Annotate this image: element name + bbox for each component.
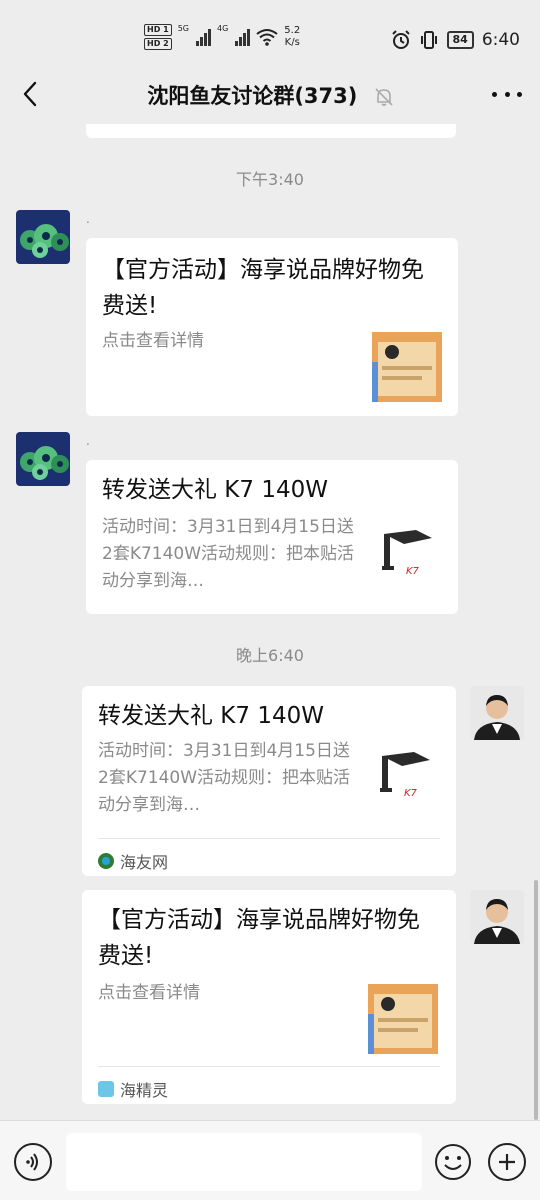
hd1-badge: HD 1 <box>144 24 172 36</box>
card-description: 活动时间：3月31日到4月15日送2套K7140W活动规则：把本贴活动分享到海… <box>102 517 355 591</box>
more-functions-button[interactable] <box>488 1143 526 1181</box>
time-label: 晚上6:40 <box>236 646 304 665</box>
person-avatar-image <box>470 686 524 740</box>
avatar[interactable] <box>16 432 70 486</box>
card-source-label: 海精灵 <box>120 1081 169 1100</box>
link-card[interactable]: 【官方活动】海享说品牌好物免费送! 点击查看详情 海精灵 <box>82 890 456 1104</box>
link-card[interactable]: 【官方活动】海享说品牌好物免费送! 点击查看详情 <box>86 238 458 416</box>
card-thumbnail <box>372 332 442 402</box>
my-avatar[interactable] <box>470 686 524 740</box>
partial-message-card[interactable] <box>86 124 456 138</box>
coral-avatar-image <box>16 210 70 264</box>
card-source: 海精灵 <box>98 1066 440 1101</box>
card-title: 【官方活动】海享说品牌好物免费送! <box>102 257 424 319</box>
sender-nickname: . <box>86 434 90 448</box>
message-text-input[interactable] <box>66 1133 422 1191</box>
chat-title-wrap: 沈阳鱼友讨论群(373) <box>0 80 540 110</box>
signal1-icon <box>195 28 211 46</box>
avatar[interactable] <box>16 210 70 264</box>
alarm-icon <box>391 30 410 49</box>
person-avatar-image <box>470 890 524 944</box>
net1-label: 5G <box>177 24 189 33</box>
more-options-button[interactable] <box>492 82 522 106</box>
haijingling-logo-icon <box>98 1081 114 1097</box>
coral-avatar-image <box>16 432 70 486</box>
link-card[interactable]: 转发送大礼 K7 140W 活动时间：3月31日到4月15日送2套K7140W活… <box>86 460 458 614</box>
wifi-icon <box>256 29 278 46</box>
card-thumbnail: K7 <box>376 524 446 594</box>
plus-icon <box>499 1154 515 1170</box>
svg-text:K7: K7 <box>406 566 420 577</box>
voice-icon <box>26 1153 38 1171</box>
emoji-icon <box>435 1144 471 1180</box>
status-left: HD 1 HD 2 5G 4G 5.2 K/s <box>144 24 300 50</box>
card-source: 海友网 <box>98 838 440 873</box>
mute-bell-icon <box>375 88 393 106</box>
card-title: 转发送大礼 K7 140W <box>98 703 324 729</box>
svg-text:K7: K7 <box>404 788 418 799</box>
haiyouwang-logo-icon <box>98 853 114 869</box>
voice-button[interactable] <box>14 1143 52 1181</box>
card-title: 【官方活动】海享说品牌好物免费送! <box>98 907 420 969</box>
card-description: 点击查看详情 <box>98 983 200 1003</box>
signal2-icon <box>235 28 251 46</box>
card-thumbnail <box>368 984 438 1054</box>
sender-nickname: . <box>86 212 90 226</box>
vibrate-icon <box>420 31 437 49</box>
card-source-label: 海友网 <box>120 853 169 872</box>
battery-indicator: 84 <box>446 31 474 49</box>
link-card[interactable]: 转发送大礼 K7 140W 活动时间：3月31日到4月15日送2套K7140W活… <box>82 686 456 876</box>
emoji-button[interactable] <box>434 1143 472 1181</box>
net2-label: 4G <box>216 24 229 33</box>
chat-area[interactable]: 下午3:40 . 【官方活动】海享说品牌好物免费送! 点击查看详情 . 转发送大… <box>0 124 540 1120</box>
card-title: 转发送大礼 K7 140W <box>102 477 328 503</box>
network-speed: 5.2 K/s <box>284 25 301 48</box>
chat-header: 沈阳鱼友讨论群(373) <box>0 64 540 124</box>
status-right: 84 6:40 <box>391 30 520 50</box>
time-label: 下午3:40 <box>236 170 304 189</box>
hd2-badge: HD 2 <box>144 38 172 50</box>
card-description: 点击查看详情 <box>102 331 204 351</box>
card-thumbnail: K7 <box>374 746 444 816</box>
my-avatar[interactable] <box>470 890 524 944</box>
card-description: 活动时间：3月31日到4月15日送2套K7140W活动规则：把本贴活动分享到海… <box>98 741 351 815</box>
clock: 6:40 <box>481 30 520 50</box>
message-input-bar <box>0 1120 540 1200</box>
chat-title: 沈阳鱼友讨论群(373) <box>147 84 358 108</box>
scrollbar[interactable] <box>534 880 538 1120</box>
